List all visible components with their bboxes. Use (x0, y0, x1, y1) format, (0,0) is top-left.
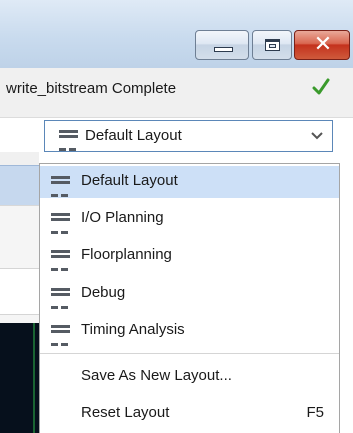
panel-header (0, 165, 39, 205)
device-view (0, 323, 39, 433)
menu-item-label: Save As New Layout... (81, 367, 232, 384)
menu-item-save-as-new-layout[interactable]: Save As New Layout... (40, 361, 339, 393)
panel-toolbar (0, 268, 39, 315)
window-title-bar: ✕ (0, 0, 353, 68)
menu-item-label: Debug (81, 284, 126, 301)
layout-icon (59, 130, 78, 151)
layout-icon (51, 250, 70, 271)
checkmark-icon (312, 78, 330, 95)
close-button[interactable]: ✕ (294, 30, 350, 60)
minimize-icon (214, 47, 233, 52)
layout-select-value: Default Layout (85, 127, 182, 144)
menu-item-label: Floorplanning (81, 246, 172, 263)
menu-item-label: Default Layout (81, 172, 178, 189)
menu-item-label: Reset Layout (81, 404, 170, 421)
layout-icon (51, 325, 70, 346)
menu-item-io-planning[interactable]: I/O Planning (40, 203, 339, 235)
layout-icon (51, 176, 70, 197)
shortcut-label: F5 (306, 404, 324, 421)
menu-separator (40, 353, 339, 354)
close-icon: ✕ (313, 32, 333, 57)
menu-item-debug[interactable]: Debug (40, 278, 339, 310)
menu-item-label: Timing Analysis (81, 321, 185, 338)
minimize-button[interactable] (195, 30, 249, 60)
layout-dropdown-menu: Default Layout I/O Planning Floorplannin… (39, 163, 340, 433)
menu-item-default-layout[interactable]: Default Layout (40, 166, 339, 198)
menu-item-timing-analysis[interactable]: Timing Analysis (40, 315, 339, 347)
toolbar-strip (0, 152, 39, 165)
layout-icon (51, 288, 70, 309)
menu-item-reset-layout[interactable]: Reset Layout F5 (40, 398, 339, 430)
layout-icon (51, 213, 70, 234)
chevron-down-icon[interactable] (310, 129, 324, 143)
maximize-button[interactable] (252, 30, 292, 60)
maximize-icon (265, 39, 280, 51)
status-text: write_bitstream Complete (6, 80, 177, 97)
menu-item-label: I/O Planning (81, 209, 164, 226)
layout-select[interactable]: Default Layout (44, 120, 333, 152)
menu-item-floorplanning[interactable]: Floorplanning (40, 240, 339, 272)
